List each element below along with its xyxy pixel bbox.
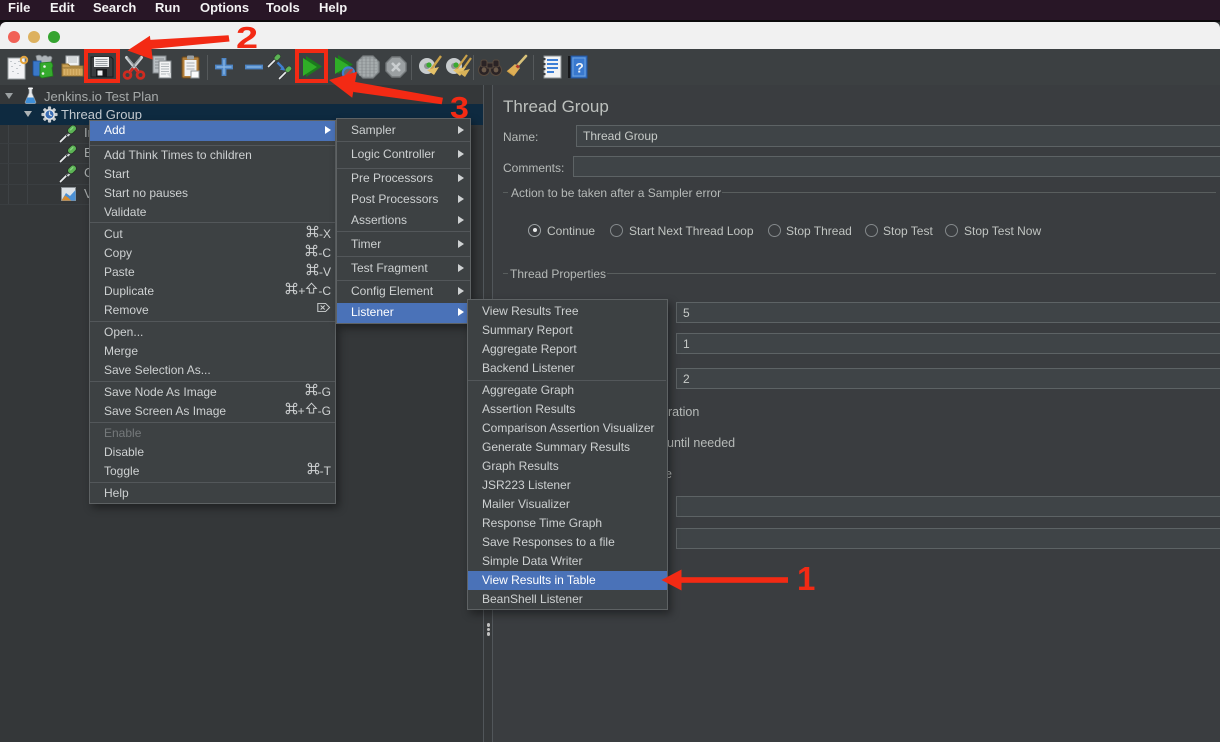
- svg-text:?: ?: [575, 60, 584, 76]
